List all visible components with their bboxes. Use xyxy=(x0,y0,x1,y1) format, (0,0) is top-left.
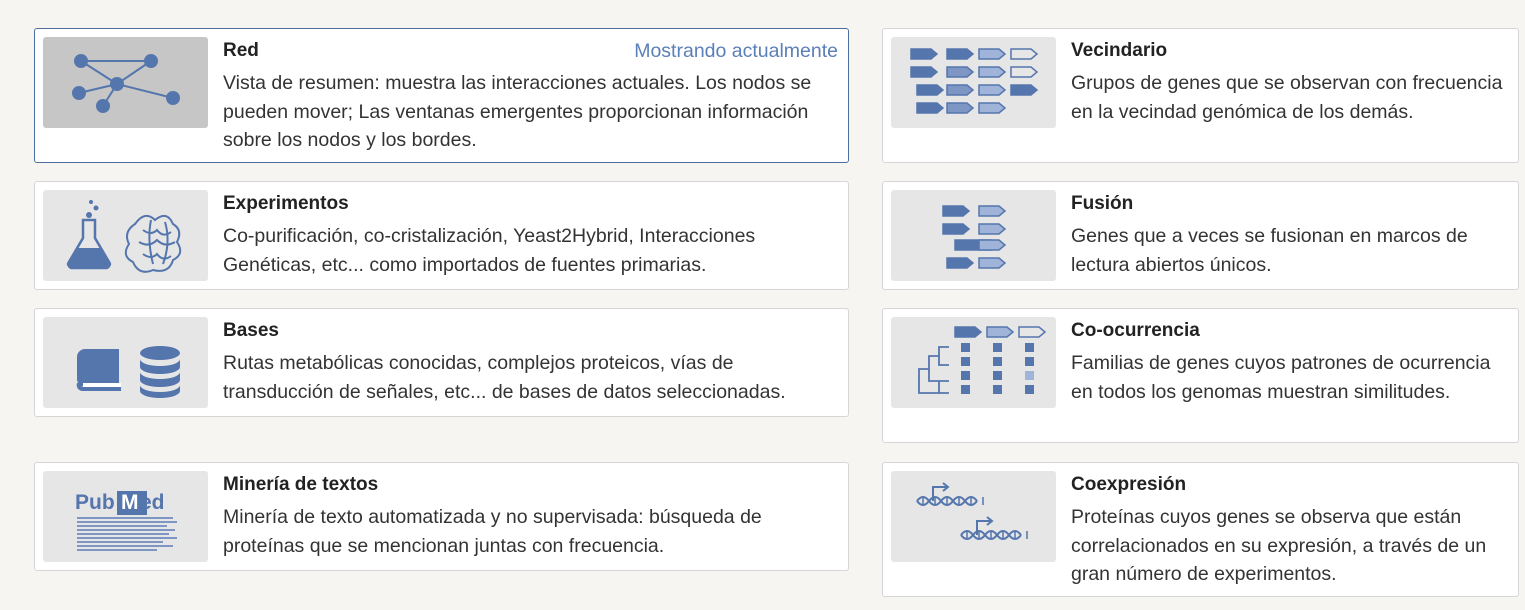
evidence-card-bases[interactable]: Bases Rutas metabólicas conocidas, compl… xyxy=(34,308,849,417)
card-title: Minería de textos xyxy=(223,474,379,495)
card-description: Grupos de genes que se observan con frec… xyxy=(1071,72,1503,123)
svg-text:M: M xyxy=(121,491,139,514)
flask-protein-icon xyxy=(43,190,208,281)
card-title: Fusión xyxy=(1071,193,1134,214)
pubmed-icon: Pub M ed xyxy=(43,471,208,562)
svg-text:Pub: Pub xyxy=(75,491,115,514)
card-description: Vista de resumen: muestra las interaccio… xyxy=(223,72,812,151)
current-view-label: Mostrando actualmente xyxy=(634,40,838,62)
card-description: Familias de genes cuyos patrones de ocur… xyxy=(1071,352,1491,403)
dna-expression-icon xyxy=(891,471,1056,562)
card-title: Bases xyxy=(223,320,279,341)
svg-text:ed: ed xyxy=(140,491,165,514)
gene-fusion-icon xyxy=(891,190,1056,281)
evidence-card-mineria-de-textos[interactable]: Pub M ed Minería de textos Minería de te… xyxy=(34,462,849,571)
evidence-card-co-ocurrencia[interactable]: Co-ocurrencia Familias de genes cuyos pa… xyxy=(882,308,1519,443)
card-description: Minería de texto automatizada y no super… xyxy=(223,506,762,557)
evidence-card-fusion[interactable]: Fusión Genes que a veces se fusionan en … xyxy=(882,181,1519,290)
gene-neighborhood-icon xyxy=(891,37,1056,128)
card-description: Genes que a veces se fusionan en marcos … xyxy=(1071,225,1468,276)
evidence-card-red[interactable]: Red Mostrando actualmente Vista de resum… xyxy=(34,28,849,163)
card-description: Proteínas cuyos genes se observa que est… xyxy=(1071,506,1487,585)
evidence-card-vecindario[interactable]: Vecindario Grupos de genes que se observ… xyxy=(882,28,1519,163)
card-title: Co-ocurrencia xyxy=(1071,320,1200,341)
card-title: Coexpresión xyxy=(1071,474,1187,495)
evidence-card-coexpresion[interactable]: Coexpresión Proteínas cuyos genes se obs… xyxy=(882,462,1519,597)
card-description: Rutas metabólicas conocidas, complejos p… xyxy=(223,352,786,403)
card-title: Vecindario xyxy=(1071,40,1168,61)
card-title: Experimentos xyxy=(223,193,349,214)
phylogenetic-tree-icon xyxy=(891,317,1056,408)
book-database-icon xyxy=(43,317,208,408)
card-title: Red xyxy=(223,40,259,61)
network-graph-icon xyxy=(43,37,208,128)
evidence-card-experimentos[interactable]: Experimentos Co-purificación, co-cristal… xyxy=(34,181,849,290)
card-description: Co-purificación, co-cristalización, Yeas… xyxy=(223,225,756,276)
